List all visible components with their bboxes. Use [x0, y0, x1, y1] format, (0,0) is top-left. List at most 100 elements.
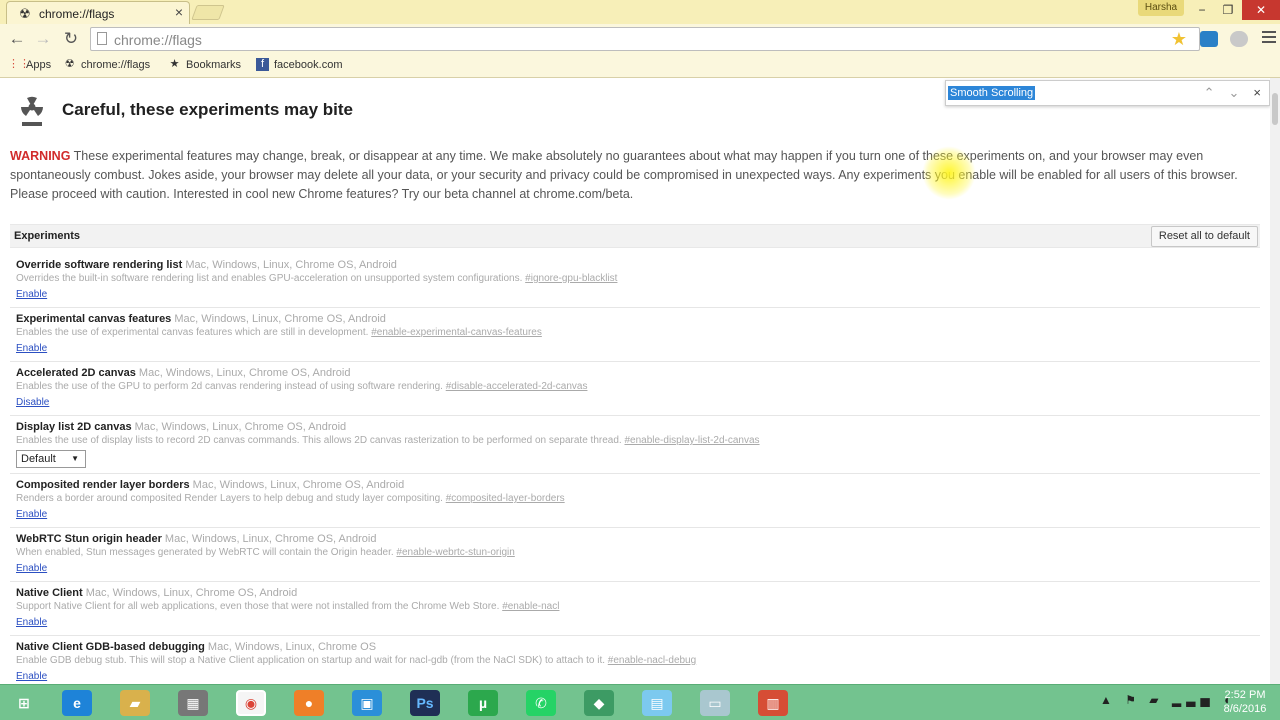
experiment-description: Support Native Client for all web applic… [16, 601, 500, 612]
radiation-icon: ☢ [19, 6, 31, 21]
experiment-tag[interactable]: #ignore-gpu-blacklist [525, 273, 617, 284]
experiment-description: Renders a border around composited Rende… [16, 493, 443, 504]
reload-icon[interactable]: ↻ [60, 28, 82, 50]
default-dropdown[interactable]: Default [16, 450, 86, 468]
mouse-cursor-highlight [922, 146, 976, 200]
browser-titlebar: ☢ chrome://flags × Harsha − ❐ ✕ [0, 0, 1280, 24]
window-app-icon[interactable]: ▭ [700, 690, 730, 716]
experiment-tag[interactable]: #enable-webrtc-stun-origin [396, 547, 514, 558]
bookmark-star-icon[interactable]: ★ [1171, 29, 1187, 50]
experiment-tag[interactable]: #composited-layer-borders [446, 493, 565, 504]
experiment-tag[interactable]: #disable-accelerated-2d-canvas [446, 381, 588, 392]
disable-link[interactable]: Disable [16, 397, 49, 408]
radiation-icon: ☢ [64, 58, 75, 70]
find-controls: ⌃ ⌄ × [1204, 85, 1261, 101]
bookmark-bookmarks[interactable]: ★ Bookmarks [168, 58, 241, 71]
page-title: Careful, these experiments may bite [62, 100, 354, 119]
find-input-selected-text[interactable]: Smooth Scrolling [948, 86, 1036, 100]
internet-explorer-icon[interactable]: e [62, 690, 92, 716]
system-clock[interactable]: 2:52 PM 8/6/2016 [1220, 688, 1270, 716]
experiment-row: Composited render layer borders Mac, Win… [10, 474, 1260, 528]
experiment-row: Experimental canvas features Mac, Window… [10, 308, 1260, 362]
experiment-name: Display list 2D canvas [16, 421, 132, 433]
experiment-description: Enables the use of the GPU to perform 2d… [16, 381, 443, 392]
windows-taskbar: ⊞ e ▰ ▦ ◉ ● ▣ Ps µ ✆ ◆ ▤ ▭ ▥ ▲ ⚑ ▰ ▂▃▅ ◖… [0, 684, 1280, 720]
experiment-platforms: Mac, Windows, Linux, Chrome OS [207, 641, 377, 653]
experiment-row: Accelerated 2D canvas Mac, Windows, Linu… [10, 362, 1260, 416]
scrollbar-thumb[interactable] [1272, 93, 1278, 125]
experiment-name: Override software rendering list [16, 259, 183, 271]
experiment-row: WebRTC Stun origin header Mac, Windows, … [10, 528, 1260, 582]
restore-icon[interactable]: ❐ [1216, 0, 1240, 20]
address-bar[interactable]: chrome://flags ★ [90, 27, 1200, 51]
experiment-tag[interactable]: #enable-nacl [502, 601, 559, 612]
whatsapp-icon[interactable]: ✆ [526, 690, 556, 716]
presentation-app-icon[interactable]: ▥ [758, 690, 788, 716]
network-app-icon[interactable]: ◆ [584, 690, 614, 716]
experiment-name: Native Client GDB-based debugging [16, 641, 205, 653]
bookmark-facebook[interactable]: f facebook.com [256, 58, 342, 71]
flags-page: Careful, these experiments may bite WARN… [0, 78, 1270, 684]
enable-link[interactable]: Enable [16, 509, 47, 520]
profile-name[interactable]: Harsha [1138, 0, 1184, 16]
address-text: chrome://flags [114, 32, 202, 48]
active-tab[interactable]: ☢ chrome://flags × [6, 1, 190, 24]
close-tab-icon[interactable]: × [175, 4, 183, 20]
forward-arrow-icon[interactable]: → [32, 28, 54, 50]
enable-link[interactable]: Enable [16, 563, 47, 574]
enable-link[interactable]: Enable [16, 617, 47, 628]
experiment-platforms: Mac, Windows, Linux, Chrome OS, Android [164, 533, 377, 545]
find-bar[interactable]: Smooth Scrolling ⌃ ⌄ × [945, 80, 1270, 106]
chrome-menu-icon[interactable] [1262, 31, 1276, 45]
page-scrollbar[interactable] [1270, 78, 1280, 684]
warning-label: WARNING [10, 149, 71, 163]
back-arrow-icon[interactable]: ← [6, 28, 28, 50]
experiment-platforms: Mac, Windows, Linux, Chrome OS, Android [85, 587, 298, 599]
experiment-name: Experimental canvas features [16, 313, 172, 325]
experiment-name: Composited render layer borders [16, 479, 190, 491]
extension-icon[interactable] [1200, 31, 1218, 47]
new-tab-button[interactable] [191, 5, 225, 20]
bookmark-flags[interactable]: ☢ chrome://flags [63, 58, 151, 71]
close-icon[interactable]: ✕ [1242, 0, 1280, 20]
experiment-description: Enable GDB debug stub. This will stop a … [16, 655, 605, 666]
experiment-tag[interactable]: #enable-nacl-debug [608, 655, 696, 666]
experiment-name: Accelerated 2D canvas [16, 367, 136, 379]
enable-link[interactable]: Enable [16, 289, 47, 300]
facebook-icon: f [256, 58, 269, 71]
utorrent-icon[interactable]: µ [468, 690, 498, 716]
next-match-icon[interactable]: ⌄ [1229, 85, 1240, 101]
experiment-platforms: Mac, Windows, Linux, Chrome OS, Android [185, 259, 397, 271]
experiment-tag[interactable]: #enable-experimental-canvas-features [371, 327, 542, 338]
minimize-icon[interactable]: − [1190, 0, 1214, 20]
experiments-title: Experiments [14, 230, 81, 242]
enable-link[interactable]: Enable [16, 671, 47, 682]
extension-icon[interactable] [1230, 31, 1248, 47]
firefox-icon[interactable]: ● [294, 690, 324, 716]
file-explorer-icon[interactable]: ▰ [120, 690, 150, 716]
system-tray-icons[interactable]: ▲ ⚑ ▰ ▂▃▅ ◖ [1100, 693, 1235, 707]
warning-message: WARNING These experimental features may … [10, 147, 1258, 204]
notes-app-icon[interactable]: ▤ [642, 690, 672, 716]
experiment-platforms: Mac, Windows, Linux, Chrome OS, Android [138, 367, 351, 379]
previous-match-icon[interactable]: ⌃ [1204, 85, 1215, 101]
experiment-description: When enabled, Stun messages generated by… [16, 547, 394, 558]
experiments-header: Experiments Reset all to default [10, 224, 1260, 248]
windows-start-icon[interactable]: ⊞ [10, 690, 38, 716]
close-find-icon[interactable]: × [1253, 85, 1261, 101]
star-icon: ★ [169, 58, 180, 70]
desktop-app-icon[interactable]: ▣ [352, 690, 382, 716]
experiment-platforms: Mac, Windows, Linux, Chrome OS, Android [192, 479, 405, 491]
experiment-tag[interactable]: #enable-display-list-2d-canvas [624, 435, 759, 446]
experiment-description: Overrides the built-in software renderin… [16, 273, 523, 284]
chrome-icon[interactable]: ◉ [236, 690, 266, 716]
reset-all-button[interactable]: Reset all to default [1150, 226, 1258, 247]
experiment-description: Enables the use of display lists to reco… [16, 435, 622, 446]
video-app-icon[interactable]: ▦ [178, 690, 208, 716]
photoshop-icon[interactable]: Ps [410, 690, 440, 716]
apps-grid-icon: ⋮⋮ [8, 58, 30, 70]
bookmark-apps[interactable]: ⋮⋮ Apps [8, 58, 51, 71]
experiment-row: Native Client GDB-based debugging Mac, W… [10, 636, 1260, 684]
tab-title: chrome://flags [39, 7, 115, 21]
enable-link[interactable]: Enable [16, 343, 47, 354]
